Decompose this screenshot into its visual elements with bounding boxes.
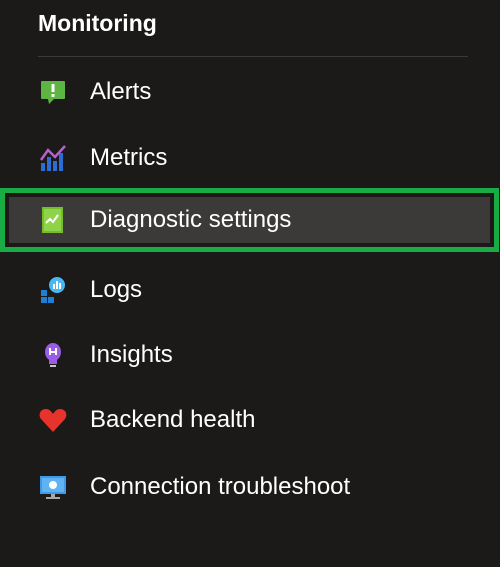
nav-item-label: Logs (90, 276, 143, 303)
lightbulb-icon (38, 340, 68, 370)
logs-icon (38, 275, 68, 305)
heart-icon (38, 405, 68, 435)
nav-item-label: Backend health (90, 406, 256, 433)
nav-item-label: Diagnostic settings (90, 206, 292, 233)
nav-item-logs[interactable]: Logs (0, 258, 500, 322)
monitor-icon (38, 472, 68, 502)
nav-item-label: Insights (90, 341, 173, 368)
section-header-monitoring: Monitoring (38, 10, 157, 36)
nav-item-backend-health[interactable]: Backend health (0, 388, 500, 452)
nav-item-connection-troubleshoot[interactable]: Connection troubleshoot (0, 455, 500, 519)
nav-item-diagnostic-settings[interactable]: Diagnostic settings (0, 188, 499, 252)
section-divider (38, 56, 468, 57)
nav-item-label: Metrics (90, 144, 168, 171)
nav-item-label: Connection troubleshoot (90, 473, 351, 500)
nav-item-metrics[interactable]: Metrics (0, 126, 500, 190)
metrics-icon (38, 143, 68, 173)
alert-icon (38, 77, 68, 107)
nav-item-label: Alerts (90, 78, 152, 105)
nav-item-alerts[interactable]: Alerts (0, 60, 500, 124)
nav-item-insights[interactable]: Insights (0, 323, 500, 387)
diagnostic-settings-icon (38, 205, 68, 235)
